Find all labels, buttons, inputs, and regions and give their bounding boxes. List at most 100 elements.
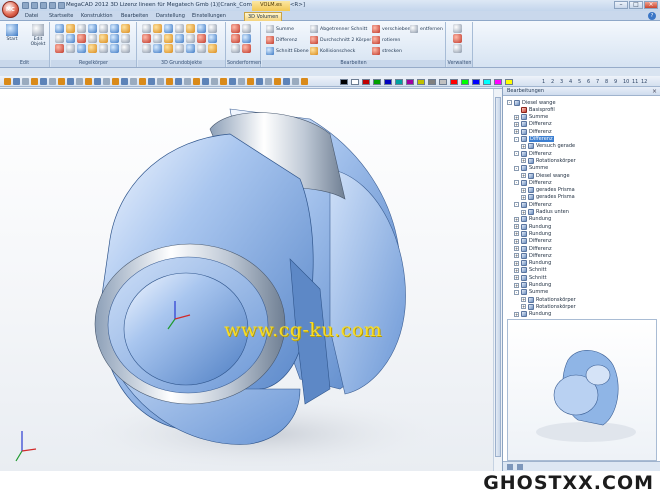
start-button[interactable]: Start (3, 24, 21, 42)
toolbar-tool-icon[interactable] (274, 78, 281, 85)
boss-icon[interactable] (88, 44, 97, 53)
tree-node[interactable]: + gerades Prisma (521, 194, 575, 201)
color-swatch[interactable] (384, 79, 392, 85)
expand-icon[interactable]: + (514, 114, 519, 120)
viewport-scrollbar[interactable] (493, 89, 502, 471)
layer-number[interactable]: 4 (569, 79, 572, 85)
pocket-icon[interactable] (77, 44, 86, 53)
scrollbar-thumb[interactable] (495, 97, 501, 457)
toolbar-tool-icon[interactable] (13, 78, 20, 85)
toolbar-tool-icon[interactable] (292, 78, 299, 85)
thread-icon[interactable] (77, 34, 86, 43)
application-menu-button[interactable]: MC (2, 1, 19, 18)
dome-icon[interactable] (175, 44, 184, 53)
tree-node[interactable]: - Diesel wange (507, 99, 556, 106)
expand-icon[interactable]: + (521, 187, 526, 193)
tree-node[interactable]: + Schnitt (514, 274, 547, 281)
toolbar-tool-icon[interactable] (67, 78, 74, 85)
new-file-icon[interactable] (22, 2, 29, 9)
tree-node[interactable]: + Rundung (514, 230, 551, 237)
layer-number[interactable]: 11 (632, 79, 638, 85)
sphere-icon[interactable] (164, 24, 173, 33)
tree-node[interactable]: + Rundung (514, 260, 551, 267)
tree-node[interactable]: - Differenz (514, 136, 554, 143)
toolbar-tool-icon[interactable] (247, 78, 254, 85)
toolbar-tool-icon[interactable] (4, 78, 11, 85)
collapse-icon[interactable]: - (507, 100, 512, 105)
tube-solid-icon[interactable] (197, 44, 206, 53)
toolbar-tool-icon[interactable] (301, 78, 308, 85)
shell-icon[interactable] (110, 24, 119, 33)
tree-node[interactable]: + Differenz (514, 252, 552, 259)
tab-konstruktion[interactable]: Konstruktion (78, 12, 116, 21)
toolbar-tool-icon[interactable] (76, 78, 83, 85)
web-icon[interactable] (121, 44, 130, 53)
frustum-icon[interactable] (175, 34, 184, 43)
expand-icon[interactable]: + (514, 216, 519, 222)
toolbar-tool-icon[interactable] (265, 78, 272, 85)
tree-node[interactable]: + Radius unten (521, 209, 569, 216)
color-swatch[interactable] (483, 79, 491, 85)
layer-number[interactable]: 1 (542, 79, 545, 85)
toolbar-tool-icon[interactable] (220, 78, 227, 85)
pipe-icon[interactable] (88, 34, 97, 43)
expand-icon[interactable]: + (521, 158, 526, 164)
tree-node[interactable]: + Differenz (514, 245, 552, 252)
tree-node[interactable]: + Rotationskörper (521, 296, 576, 303)
abgetrennter-schnitt-button[interactable]: Abgetrenner Schnitt (310, 24, 367, 34)
tree-node[interactable]: + Differenz (514, 128, 552, 135)
tab-darstellung[interactable]: Darstellung (153, 12, 188, 21)
plate-icon[interactable] (208, 34, 217, 43)
tree-node[interactable]: + gerades Prisma (521, 187, 575, 194)
toolbar-tool-icon[interactable] (166, 78, 173, 85)
collapse-icon[interactable]: - (514, 289, 519, 295)
toolbar-tool-icon[interactable] (121, 78, 128, 85)
color-swatch[interactable] (494, 79, 502, 85)
redo-icon[interactable] (58, 2, 65, 9)
toolbar-tool-icon[interactable] (85, 78, 92, 85)
toolbar-tool-icon[interactable] (202, 78, 209, 85)
toolbar-tool-icon[interactable] (256, 78, 263, 85)
toolbar-tool-icon[interactable] (31, 78, 38, 85)
layer-number[interactable]: 8 (605, 79, 608, 85)
undo-icon[interactable] (49, 2, 56, 9)
tree-node[interactable]: - Differenz (514, 150, 552, 157)
expand-icon[interactable]: + (514, 238, 519, 244)
layer-number[interactable]: 12 (641, 79, 647, 85)
toolbar-tool-icon[interactable] (211, 78, 218, 85)
special-form-5-icon[interactable] (231, 44, 240, 53)
collapse-icon[interactable]: - (514, 165, 519, 171)
color-swatch[interactable] (417, 79, 425, 85)
special-form-6-icon[interactable] (242, 44, 251, 53)
toolbar-tool-icon[interactable] (175, 78, 182, 85)
color-swatch[interactable] (450, 79, 458, 85)
color-swatch[interactable] (373, 79, 381, 85)
tree-node[interactable]: + Schnitt (514, 267, 547, 274)
tree-view-icon[interactable] (507, 464, 513, 470)
gear-icon[interactable] (110, 44, 119, 53)
cylinder-icon[interactable] (208, 24, 217, 33)
toolbar-tool-icon[interactable] (184, 78, 191, 85)
manage-3-icon[interactable] (453, 44, 462, 53)
color-swatch[interactable] (472, 79, 480, 85)
save-icon[interactable] (40, 2, 47, 9)
expand-icon[interactable]: + (514, 224, 519, 230)
special-form-2-icon[interactable] (242, 24, 251, 33)
toolbar-tool-icon[interactable] (22, 78, 29, 85)
expand-icon[interactable]: + (521, 304, 526, 310)
slot-icon[interactable] (66, 44, 75, 53)
differenz-button[interactable]: Differenz (266, 35, 297, 45)
color-swatch[interactable] (505, 79, 513, 85)
capsule-icon[interactable] (197, 34, 206, 43)
kollisionscheck-button[interactable]: Kollisionscheck (310, 46, 355, 56)
tree-node[interactable]: - Summe (514, 165, 548, 172)
extrude-icon[interactable] (55, 24, 64, 33)
toolbar-tool-icon[interactable] (283, 78, 290, 85)
strecken-button[interactable]: strecken (372, 46, 402, 56)
box-icon[interactable] (142, 24, 151, 33)
edit-objekt-button[interactable]: Edit Objekt (27, 24, 49, 47)
half-cylinder-icon[interactable] (186, 44, 195, 53)
profile-icon[interactable] (110, 34, 119, 43)
groove-icon[interactable] (99, 44, 108, 53)
tree-node[interactable]: + Diesel wange (521, 172, 570, 179)
